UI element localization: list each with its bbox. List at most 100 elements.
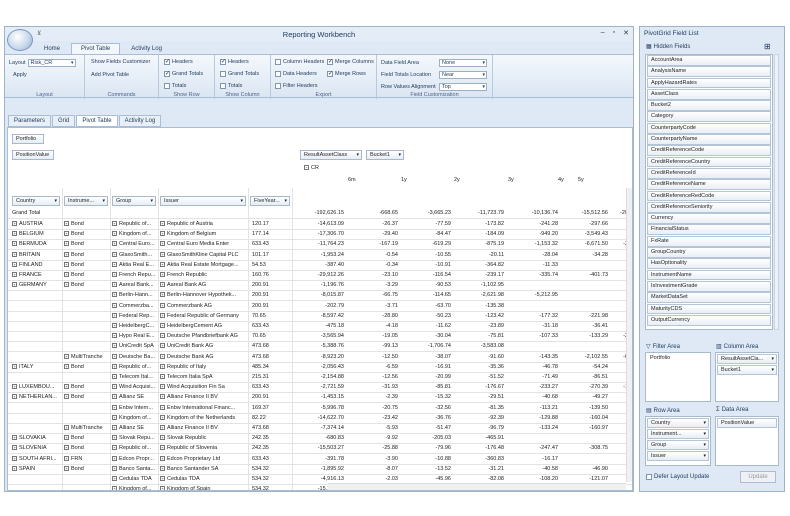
hidden-field-item[interactable]: CounterpartyCode	[647, 122, 771, 134]
hidden-field-item[interactable]: IsInvestmentGrade	[647, 280, 771, 292]
row-header-group[interactable]: + Edcon Propr...	[112, 456, 156, 462]
row-header-country[interactable]: + SLOVAKIA	[12, 435, 60, 441]
expand-icon[interactable]: +	[64, 261, 69, 267]
row-header-issuer[interactable]: + French Republic	[160, 272, 246, 278]
row-header-group[interactable]: + Cedulas TDA	[112, 476, 156, 482]
expand-icon[interactable]: +	[12, 221, 17, 227]
bucket-header[interactable]: 2y	[454, 177, 460, 183]
row-header-group[interactable]: + Kingdom of...	[112, 415, 156, 421]
row-header-issuer[interactable]: + Banco Santander SA	[160, 466, 246, 472]
hidden-field-item[interactable]: FinancialStatus	[647, 224, 771, 236]
hidden-field-item[interactable]: MaturityCDS	[647, 303, 771, 315]
row-header-issuer[interactable]: + UniCredit Bank AG	[160, 343, 246, 349]
expand-icon[interactable]: +	[160, 455, 165, 461]
hidden-field-item[interactable]: GroupCountry	[647, 247, 771, 258]
hidden-field-item[interactable]: HasOptionality	[647, 258, 771, 270]
expand-icon[interactable]: +	[112, 231, 117, 237]
expand-icon[interactable]: +	[112, 384, 117, 390]
expand-icon[interactable]: +	[112, 455, 117, 461]
expand-icon[interactable]: +	[64, 251, 69, 257]
expand-icon[interactable]: +	[160, 333, 165, 339]
row-header-country[interactable]: + SPAIN	[12, 466, 60, 472]
expand-icon[interactable]: +	[112, 323, 117, 329]
show-column-headers-checkbox[interactable]	[220, 58, 226, 65]
expand-icon[interactable]: +	[64, 353, 69, 359]
expand-icon[interactable]: +	[12, 394, 17, 400]
row-header-issuer[interactable]: + Deutsche Pfandbriefbank AG	[160, 333, 246, 339]
hidden-field-item[interactable]: CreditReferenceSeniority	[647, 201, 771, 213]
expand-icon[interactable]: +	[64, 221, 69, 227]
expand-icon[interactable]: +	[12, 282, 17, 288]
row-header-issuer[interactable]: + HeidelbergCement AG	[160, 323, 246, 329]
expand-icon[interactable]: +	[64, 465, 69, 471]
expand-icon[interactable]: +	[112, 435, 117, 441]
row-header-group[interactable]: + Central Euro...	[112, 241, 156, 247]
hidden-field-item[interactable]: CreditReferenceRedCode	[647, 190, 771, 202]
hidden-field-item[interactable]: AssetClass	[647, 88, 771, 100]
expand-icon[interactable]: +	[160, 261, 165, 267]
row-header-group[interactable]: + Republic of...	[112, 364, 156, 370]
row-header-group[interactable]: + Hypo Real E...	[112, 333, 156, 339]
expand-icon[interactable]: +	[112, 374, 117, 380]
row-header-issuer[interactable]: + Aareal Bank AG	[160, 282, 246, 288]
expand-icon[interactable]: +	[112, 272, 117, 278]
expand-icon[interactable]: +	[160, 302, 165, 308]
row-header-country[interactable]: + BRITAIN	[12, 252, 60, 258]
row-header-group[interactable]: + GlaxoSmith...	[112, 252, 156, 258]
row-header-group[interactable]: + Telecom Ital...	[112, 374, 156, 380]
row-header-issuer[interactable]: + Republic of Italy	[160, 364, 246, 370]
show-row-headers-checkbox[interactable]	[164, 58, 170, 65]
hidden-field-item[interactable]: AnalysisName	[647, 66, 771, 78]
expand-icon[interactable]: +	[160, 374, 165, 380]
expand-icon[interactable]: +	[160, 221, 165, 227]
row-area-item[interactable]: Instrument... ▾	[647, 429, 709, 439]
row-header-issuer[interactable]: + Kingdom of Belgium	[160, 231, 246, 237]
row-header-issuer[interactable]: + GlaxoSmithKline Capital PLC	[160, 252, 246, 258]
data-field-positionvalue[interactable]: PositionValue	[12, 150, 54, 160]
row-header-issuer[interactable]: + Commerzbank AG	[160, 303, 246, 309]
row-header-issuer[interactable]: + Aktia Real Estate Mortgage...	[160, 262, 246, 268]
expand-icon[interactable]: +	[160, 425, 165, 431]
row-header-issuer[interactable]: + Cedulas TDA	[160, 476, 246, 482]
row-header-instr[interactable]: + MultiTranche	[64, 354, 108, 360]
row-header-country[interactable]: + FINLAND	[12, 262, 60, 268]
row-header-instr[interactable]: + Bond	[64, 394, 108, 400]
row-header-country[interactable]: + SLOVENIA	[12, 445, 60, 451]
expand-icon[interactable]: +	[64, 384, 69, 390]
expand-icon[interactable]: +	[112, 251, 117, 257]
field-totals-location-select[interactable]: Near	[439, 71, 487, 79]
row-header-instr[interactable]: + Bond	[64, 221, 108, 227]
expand-icon[interactable]: +	[160, 251, 165, 257]
row-header-group[interactable]: + UniCredit SpA	[112, 343, 156, 349]
expand-icon[interactable]: +	[112, 282, 117, 288]
expand-icon[interactable]: +	[112, 221, 117, 227]
expand-icon[interactable]: +	[160, 231, 165, 237]
expand-icon[interactable]: +	[12, 384, 17, 390]
hidden-field-item[interactable]: CreditReferenceCode	[647, 145, 771, 157]
hidden-field-item[interactable]: Currency	[647, 213, 771, 224]
expand-icon[interactable]: +	[64, 241, 69, 247]
expand-icon[interactable]: +	[160, 323, 165, 329]
row-header-group[interactable]: + Berlin-Hann...	[112, 292, 156, 298]
row-header-country[interactable]: + BERMUDA	[12, 241, 60, 247]
update-button[interactable]: Update	[740, 471, 776, 483]
row-header-group[interactable]: + Banco Santa...	[112, 466, 156, 472]
row-header-issuer[interactable]: + Deutsche Bank AG	[160, 354, 246, 360]
layout-select[interactable]: Risk_CR	[27, 59, 76, 67]
expand-icon[interactable]: +	[112, 363, 117, 369]
minimize-button[interactable]: –	[601, 29, 605, 37]
doc-tab-grid[interactable]: Grid	[52, 115, 76, 127]
row-header-group[interactable]: + Wind Acquisi...	[112, 384, 156, 390]
expand-icon[interactable]: +	[64, 282, 69, 288]
expand-icon[interactable]: +	[64, 363, 69, 369]
tab-activity-log[interactable]: Activity Log	[122, 44, 171, 54]
expand-icon[interactable]: +	[12, 261, 17, 267]
bucket-header[interactable]: 3y	[508, 177, 514, 183]
data-headers-checkbox[interactable]	[275, 71, 281, 77]
expand-icon[interactable]: +	[160, 435, 165, 441]
row-area-item[interactable]: Country ▾	[647, 418, 709, 428]
expand-icon[interactable]: +	[160, 353, 165, 359]
expand-icon[interactable]: +	[112, 312, 117, 318]
row-header-instr[interactable]: + Bond	[64, 282, 108, 288]
expand-icon[interactable]: +	[112, 241, 117, 247]
